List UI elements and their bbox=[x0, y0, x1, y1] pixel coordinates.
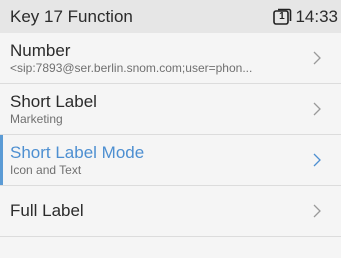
chevron-right-icon bbox=[313, 204, 321, 218]
chevron-right-icon bbox=[313, 51, 321, 65]
title-bar: Key 17 Function 1 14:33 bbox=[0, 0, 341, 33]
list-item-value: Marketing bbox=[10, 112, 63, 126]
list-item-title: Number bbox=[10, 41, 71, 60]
list-item-short-label-mode[interactable]: Short Label Mode Icon and Text bbox=[0, 135, 341, 186]
chevron-right-icon bbox=[313, 153, 321, 167]
list-item-value: Icon and Text bbox=[10, 163, 82, 177]
list-item-title: Short Label bbox=[10, 92, 97, 111]
line-number: 1 bbox=[279, 11, 285, 22]
settings-list: Number <sip:7893@ser.berlin.snom.com;use… bbox=[0, 33, 341, 237]
clock: 14:33 bbox=[295, 6, 338, 26]
list-item-title: Short Label Mode bbox=[10, 143, 145, 162]
list-item-full-label[interactable]: Full Label bbox=[0, 186, 341, 237]
status-area: 1 14:33 bbox=[273, 7, 341, 27]
list-item-title: Full Label bbox=[10, 201, 84, 220]
page-title: Key 17 Function bbox=[10, 6, 133, 26]
list-item-number[interactable]: Number <sip:7893@ser.berlin.snom.com;use… bbox=[0, 33, 341, 84]
line-status-icon: 1 bbox=[273, 8, 292, 25]
phone-screen: Key 17 Function 1 14:33 Number <sip:7893… bbox=[0, 0, 341, 258]
list-item-short-label[interactable]: Short Label Marketing bbox=[0, 84, 341, 135]
list-item-value: <sip:7893@ser.berlin.snom.com;user=phon.… bbox=[10, 61, 253, 75]
chevron-right-icon bbox=[313, 102, 321, 116]
